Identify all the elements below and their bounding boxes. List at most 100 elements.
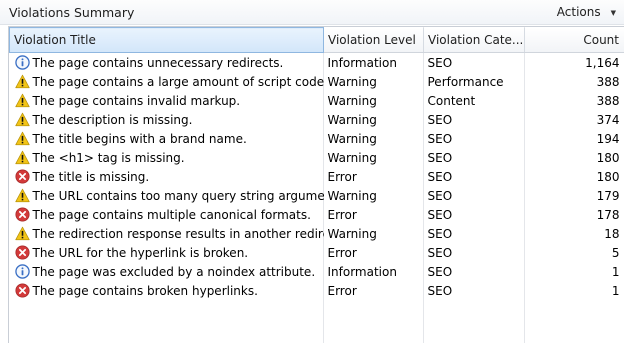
violation-title: The page contains multiple canonical for… (32, 207, 311, 222)
warning-icon (14, 131, 30, 146)
error-icon (14, 169, 30, 184)
table-row[interactable]: The page was excluded by a noindex attri… (10, 262, 624, 281)
violation-title-cell: The page contains invalid markup. (10, 91, 324, 110)
table-row[interactable]: The URL contains too many query string a… (10, 186, 624, 205)
violations-table: Violation Title Violation Level Violatio… (9, 27, 624, 300)
violation-category: SEO (427, 283, 453, 298)
column-header-count[interactable]: Count (524, 27, 624, 53)
violation-title: The page contains unnecessary redirects. (32, 55, 284, 70)
violation-level: Warning (327, 150, 377, 165)
warning-icon (14, 74, 30, 89)
violation-category: SEO (427, 207, 453, 222)
violation-level: Warning (327, 188, 377, 203)
warning-icon (14, 226, 30, 241)
actions-menu-button[interactable]: Actions ▼ (557, 5, 616, 19)
violation-title: The title begins with a brand name. (32, 131, 247, 146)
warning-icon (14, 150, 30, 165)
panel-title: Violations Summary (9, 4, 135, 20)
violation-title-cell: The URL for the hyperlink is broken. (10, 243, 324, 262)
violation-count: 178 (596, 207, 620, 222)
violation-level: Error (327, 207, 357, 222)
violation-count: 180 (596, 150, 620, 165)
violation-count: 194 (596, 131, 620, 146)
column-header-level[interactable]: Violation Level (323, 27, 424, 53)
panel-header: Violations Summary Actions ▼ (0, 0, 624, 25)
table-row[interactable]: The <h1> tag is missing. Warning SEO 180 (10, 148, 624, 167)
violation-category: SEO (427, 188, 453, 203)
violation-level: Warning (327, 226, 377, 241)
violation-title: The page contains broken hyperlinks. (32, 283, 258, 298)
violation-category: SEO (427, 55, 453, 70)
violation-title: The redirection response results in anot… (32, 226, 324, 241)
violation-count: 18 (604, 226, 620, 241)
violation-category: SEO (427, 112, 453, 127)
violation-title: The URL for the hyperlink is broken. (32, 245, 249, 260)
violation-title: The page contains invalid markup. (32, 93, 241, 108)
violation-title-cell: The URL contains too many query string a… (10, 186, 324, 205)
table-row[interactable]: The page contains invalid markup. Warning… (10, 91, 624, 110)
violation-category: SEO (427, 131, 453, 146)
violation-title: The title is missing. (32, 169, 150, 184)
column-header-category[interactable]: Violation Cate... (423, 27, 525, 53)
violation-title-cell: The page contains multiple canonical for… (10, 205, 324, 224)
violation-title-cell: The page contains unnecessary redirects. (10, 53, 324, 73)
violation-count: 180 (596, 169, 620, 184)
violation-count: 374 (596, 112, 620, 127)
violation-category: SEO (427, 264, 453, 279)
info-icon (14, 264, 30, 279)
violation-level: Warning (327, 112, 377, 127)
violation-category: SEO (427, 150, 453, 165)
warning-icon (14, 188, 30, 203)
violation-category: SEO (427, 226, 453, 241)
violation-level: Error (327, 283, 357, 298)
violation-count: 5 (611, 245, 620, 260)
table-row[interactable]: The page contains unnecessary redirects.… (10, 53, 624, 73)
violation-title: The <h1> tag is missing. (32, 150, 185, 165)
violation-title-cell: The redirection response results in anot… (10, 224, 324, 243)
violation-title-cell: The page contains a large amount of scri… (10, 72, 324, 91)
column-header-title[interactable]: Violation Title (9, 27, 324, 53)
violation-count: 1 (611, 264, 620, 279)
violation-count: 1 (611, 283, 620, 298)
violation-count: 179 (596, 188, 620, 203)
violation-level: Warning (327, 131, 377, 146)
violation-title: The description is missing. (32, 112, 193, 127)
violation-level: Information (327, 55, 397, 70)
table-row[interactable]: The description is missing. Warning SEO 374 (10, 110, 624, 129)
violation-count: 388 (596, 93, 620, 108)
violation-title: The page was excluded by a noindex attri… (32, 264, 316, 279)
error-icon (14, 245, 30, 260)
actions-label: Actions (556, 5, 601, 19)
violation-title-cell: The title is missing. (10, 167, 324, 186)
violation-title-cell: The page contains broken hyperlinks. (10, 281, 324, 300)
table-row[interactable]: The page contains broken hyperlinks. Erro… (10, 281, 624, 300)
violation-level: Error (327, 245, 357, 260)
violation-count: 388 (596, 74, 620, 89)
table-row[interactable]: The redirection response results in anot… (10, 224, 624, 243)
table-row[interactable]: The title is missing. Error SEO 180 (10, 167, 624, 186)
error-icon (14, 283, 30, 298)
violation-title: The page contains a large amount of scri… (32, 74, 324, 89)
chevron-down-icon: ▼ (610, 9, 616, 17)
warning-icon (14, 112, 30, 127)
table-body: The page contains unnecessary redirects.… (10, 53, 624, 301)
violation-category: Content (427, 93, 476, 108)
violation-title-cell: The title begins with a brand name. (10, 129, 324, 148)
table-row[interactable]: The page contains a large amount of scri… (10, 72, 624, 91)
table-row[interactable]: The title begins with a brand name. Warni… (10, 129, 624, 148)
violations-summary-panel: Violations Summary Actions ▼ Violation T… (0, 0, 624, 343)
violation-title-cell: The <h1> tag is missing. (10, 148, 324, 167)
violation-count: 1,164 (585, 55, 620, 70)
violation-category: SEO (427, 169, 453, 184)
table-header-row: Violation Title Violation Level Violatio… (9, 27, 624, 53)
table-row[interactable]: The page contains multiple canonical for… (10, 205, 624, 224)
violation-title-cell: The description is missing. (10, 110, 324, 129)
violation-category: SEO (427, 245, 453, 260)
warning-icon (14, 93, 30, 108)
violation-level: Warning (327, 93, 377, 108)
table-row[interactable]: The URL for the hyperlink is broken. Erro… (10, 243, 624, 262)
violation-title: The URL contains too many query string a… (32, 188, 324, 203)
violation-level: Warning (327, 74, 377, 89)
violations-grid: Violation Title Violation Level Violatio… (8, 26, 624, 343)
error-icon (14, 207, 30, 222)
